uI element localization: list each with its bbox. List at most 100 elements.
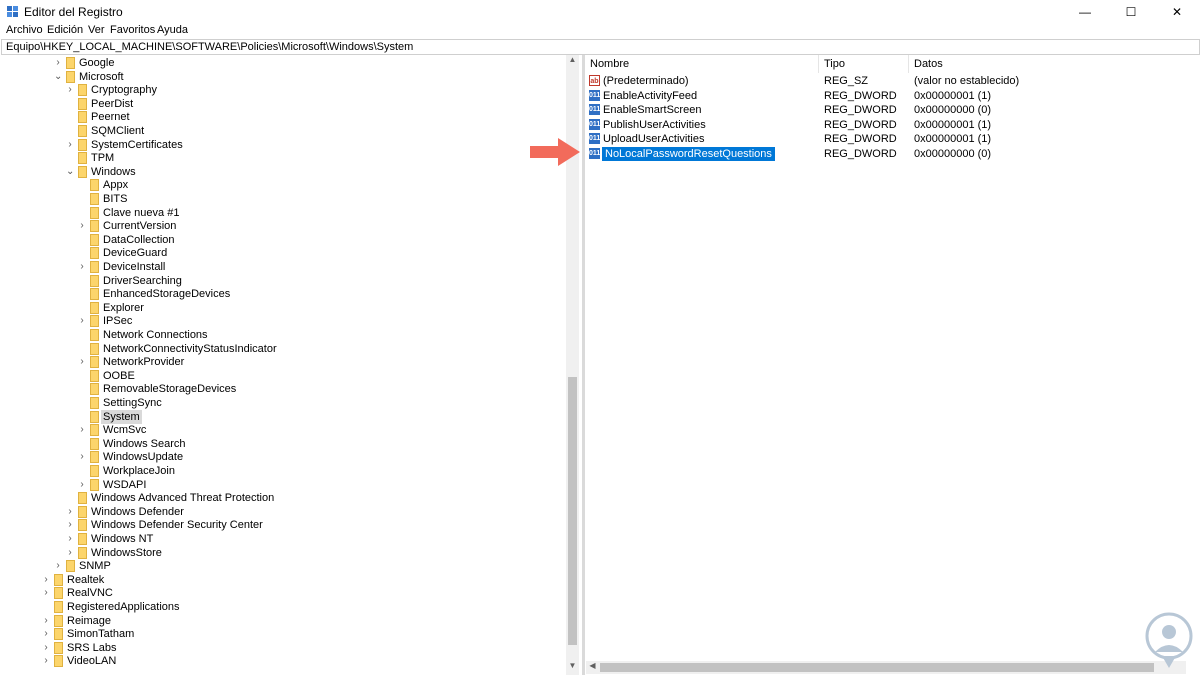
column-divider[interactable] <box>818 55 819 73</box>
menu-edicion[interactable]: Edición <box>47 24 83 36</box>
scroll-left-arrow-icon[interactable]: ◀ <box>586 661 599 670</box>
value-row[interactable]: 011 EnableSmartScreen REG_DWORD 0x00000000 … <box>586 103 1196 117</box>
maximize-button[interactable]: ☐ <box>1108 0 1154 24</box>
tree-item[interactable]: › WindowsUpdate <box>0 450 560 464</box>
value-row[interactable]: 011 PublishUserActivities REG_DWORD 0x00000… <box>586 118 1196 132</box>
tree-item[interactable]: DataCollection <box>0 233 560 247</box>
tree-item[interactable]: Clave nueva #1 <box>0 206 560 220</box>
tree-item[interactable]: Network Connections <box>0 328 560 342</box>
chevron-right-icon[interactable]: › <box>66 546 74 560</box>
tree-item[interactable]: PeerDist <box>0 97 560 111</box>
address-bar[interactable]: Equipo\HKEY_LOCAL_MACHINE\SOFTWARE\Polic… <box>1 39 1200 55</box>
column-divider[interactable] <box>908 55 909 73</box>
tree-item[interactable]: TPM <box>0 151 560 165</box>
chevron-right-icon[interactable]: › <box>42 641 50 655</box>
tree-item-label: Windows Defender <box>91 505 184 518</box>
tree-item[interactable]: › VideoLAN <box>0 654 560 668</box>
column-header-name[interactable]: Nombre <box>590 58 629 72</box>
tree-item[interactable]: › SystemCertificates <box>0 138 560 152</box>
tree-item[interactable]: System <box>0 409 560 424</box>
tree-item[interactable]: Windows Advanced Threat Protection <box>0 491 560 505</box>
tree-item[interactable]: SettingSync <box>0 396 560 410</box>
tree-item[interactable]: › CurrentVersion <box>0 219 560 233</box>
chevron-right-icon[interactable]: › <box>66 83 74 97</box>
tree-item[interactable]: › Cryptography <box>0 83 560 97</box>
list-horizontal-scrollbar[interactable]: ◀ <box>586 661 1186 674</box>
value-name: UploadUserActivities <box>603 133 705 145</box>
tree-item[interactable]: Appx <box>0 178 560 192</box>
tree-item[interactable]: DeviceGuard <box>0 246 560 260</box>
tree-item[interactable]: › SRS Labs <box>0 641 560 655</box>
list-scroll-thumb[interactable] <box>600 663 1154 672</box>
chevron-down-icon[interactable]: ⌄ <box>54 70 62 84</box>
chevron-down-icon[interactable]: ⌄ <box>66 165 74 179</box>
tree-item[interactable]: › SNMP <box>0 559 560 573</box>
tree-item[interactable]: WorkplaceJoin <box>0 464 560 478</box>
chevron-right-icon[interactable]: › <box>54 559 62 573</box>
menu-favoritos[interactable]: Favoritos <box>110 24 155 36</box>
chevron-right-icon[interactable]: › <box>78 314 86 328</box>
chevron-right-icon[interactable]: › <box>54 56 62 70</box>
tree-item[interactable]: Peernet <box>0 110 560 124</box>
chevron-right-icon[interactable]: › <box>78 355 86 369</box>
tree-item[interactable]: Windows Search <box>0 437 560 451</box>
column-header-data[interactable]: Datos <box>914 58 943 72</box>
key-tree[interactable]: › Google ⌄ Microsoft › Cryptography PeerDist Pe… <box>0 55 580 675</box>
scroll-down-arrow-icon[interactable]: ▼ <box>566 661 579 670</box>
tree-item[interactable]: › Windows Defender Security Center <box>0 518 560 532</box>
chevron-right-icon[interactable]: › <box>42 573 50 587</box>
tree-item[interactable]: › Windows NT <box>0 532 560 546</box>
tree-item[interactable]: › RealVNC <box>0 586 560 600</box>
tree-item[interactable]: › Google <box>0 56 560 70</box>
chevron-right-icon[interactable]: › <box>42 614 50 628</box>
chevron-right-icon[interactable]: › <box>66 138 74 152</box>
tree-item[interactable]: NetworkConnectivityStatusIndicator <box>0 342 560 356</box>
tree-item[interactable]: OOBE <box>0 369 560 383</box>
column-header-type[interactable]: Tipo <box>824 58 845 72</box>
tree-item[interactable]: SQMClient <box>0 124 560 138</box>
tree-item[interactable]: › DeviceInstall <box>0 260 560 274</box>
tree-item[interactable]: › Reimage <box>0 614 560 628</box>
chevron-right-icon[interactable]: › <box>78 423 86 437</box>
menu-ayuda[interactable]: Ayuda <box>157 24 188 36</box>
tree-item[interactable]: RegisteredApplications <box>0 600 560 614</box>
value-list: Nombre Tipo Datos ab (Predeterminado) REG_… <box>586 55 1200 675</box>
tree-item-label: OOBE <box>103 369 135 382</box>
tree-item[interactable]: › WSDAPI <box>0 478 560 492</box>
chevron-right-icon[interactable]: › <box>42 654 50 668</box>
minimize-button[interactable]: — <box>1062 0 1108 24</box>
value-row[interactable]: 011 NoLocalPasswordResetQuestions REG_DWOR… <box>586 145 1196 162</box>
menu-archivo[interactable]: Archivo <box>6 24 43 36</box>
scroll-up-arrow-icon[interactable]: ▲ <box>566 55 579 64</box>
tree-item[interactable]: EnhancedStorageDevices <box>0 287 560 301</box>
tree-item[interactable]: › Windows Defender <box>0 505 560 519</box>
tree-item[interactable]: Explorer <box>0 301 560 315</box>
pane-splitter[interactable] <box>582 55 585 675</box>
tree-item[interactable]: ⌄ Windows <box>0 165 560 179</box>
tree-item[interactable]: BITS <box>0 192 560 206</box>
value-row[interactable]: ab (Predeterminado) REG_SZ (valor no establ… <box>586 74 1196 88</box>
chevron-right-icon[interactable]: › <box>78 478 86 492</box>
menu-ver[interactable]: Ver <box>88 24 105 36</box>
tree-item[interactable]: › IPSec <box>0 314 560 328</box>
tree-item[interactable]: › Realtek <box>0 573 560 587</box>
tree-scroll-thumb[interactable] <box>568 377 577 645</box>
tree-item[interactable]: › WcmSvc <box>0 423 560 437</box>
tree-item[interactable]: › SimonTatham <box>0 627 560 641</box>
chevron-right-icon[interactable]: › <box>42 627 50 641</box>
chevron-right-icon[interactable]: › <box>42 586 50 600</box>
tree-item[interactable]: DriverSearching <box>0 274 560 288</box>
tree-item[interactable]: › NetworkProvider <box>0 355 560 369</box>
chevron-right-icon[interactable]: › <box>66 518 74 532</box>
tree-item[interactable]: RemovableStorageDevices <box>0 382 560 396</box>
chevron-right-icon[interactable]: › <box>66 532 74 546</box>
chevron-right-icon[interactable]: › <box>78 219 86 233</box>
tree-item[interactable]: ⌄ Microsoft <box>0 70 560 84</box>
close-button[interactable]: ✕ <box>1154 0 1200 24</box>
chevron-right-icon[interactable]: › <box>66 505 74 519</box>
chevron-right-icon[interactable]: › <box>78 450 86 464</box>
value-row[interactable]: 011 UploadUserActivities REG_DWORD 0x000000… <box>586 132 1196 146</box>
value-row[interactable]: 011 EnableActivityFeed REG_DWORD 0x00000001… <box>586 89 1196 103</box>
tree-item[interactable]: › WindowsStore <box>0 546 560 560</box>
chevron-right-icon[interactable]: › <box>78 260 86 274</box>
